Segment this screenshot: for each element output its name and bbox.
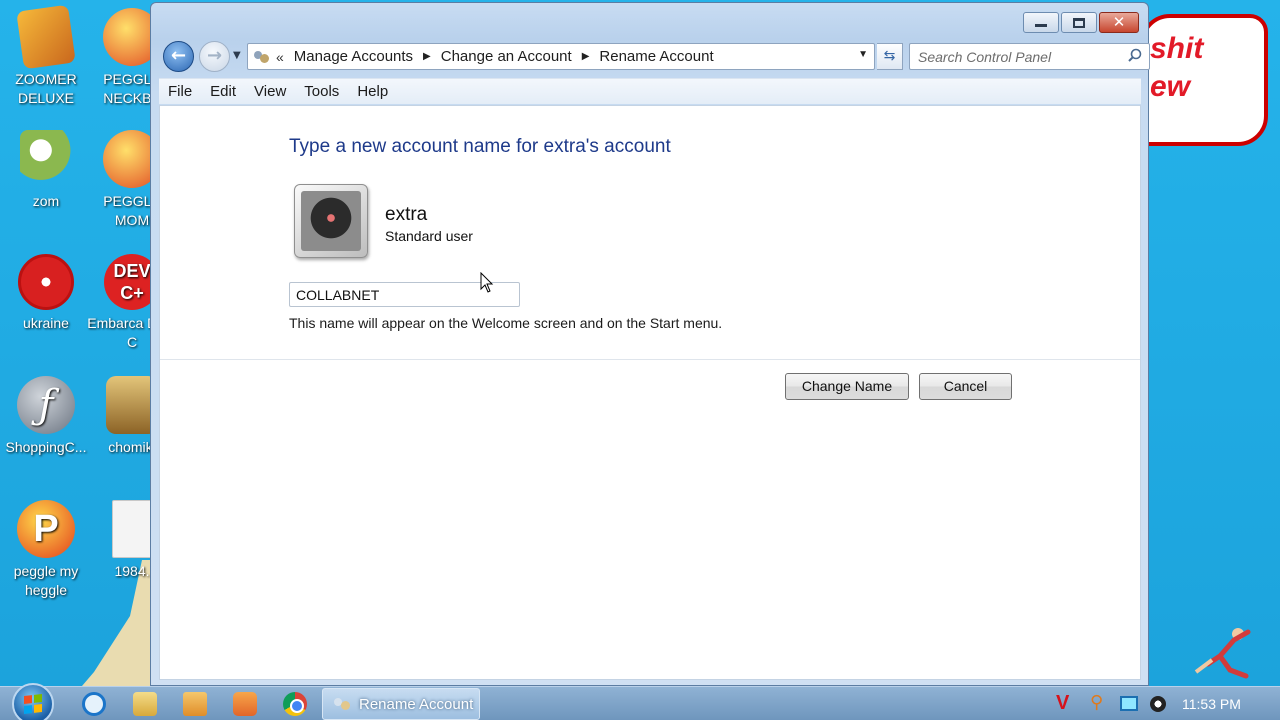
chrome-icon[interactable]	[283, 692, 307, 716]
desktop-icon-ukraine[interactable]: ukraine	[0, 254, 92, 333]
divider	[160, 359, 1140, 360]
control-panel-icon	[252, 48, 272, 66]
app-launcher-icon[interactable]	[233, 692, 257, 716]
forward-arrow-icon: →	[206, 45, 223, 66]
name-hint-text: This name will appear on the Welcome scr…	[289, 315, 723, 331]
search-icon[interactable]	[1128, 48, 1142, 62]
menu-edit[interactable]: Edit	[210, 83, 236, 100]
refresh-icon: ⇆	[883, 48, 896, 64]
turntable-avatar-icon	[301, 191, 361, 251]
menu-file[interactable]: File	[168, 83, 192, 100]
menu-help[interactable]: Help	[357, 83, 388, 100]
back-button[interactable]: ←	[163, 41, 194, 72]
account-picture	[294, 184, 368, 258]
menu-view[interactable]: View	[254, 83, 286, 100]
back-arrow-icon: ←	[170, 45, 187, 66]
breadcrumb-change-an-account[interactable]: Change an Account	[439, 48, 574, 65]
page-title: Type a new account name for extra's acco…	[289, 136, 671, 157]
text-file-icon	[112, 500, 152, 558]
close-icon: ✕	[1112, 13, 1126, 31]
rename-account-window: ✕ ← → ▼ « Manage Accounts ▶ Change an Ac…	[150, 2, 1150, 686]
desktop-icon-label: ShoppingC...	[5, 439, 87, 455]
folder-icon[interactable]	[133, 692, 157, 716]
speech-line-2: ew	[1150, 70, 1191, 103]
desktop-icon-peggle[interactable]: P peggle my heggle	[0, 500, 92, 600]
account-type: Standard user	[385, 228, 473, 244]
address-bar[interactable]: « Manage Accounts ▶ Change an Account ▶ …	[247, 43, 875, 70]
desktop-icon-label: ukraine	[23, 315, 69, 331]
internet-explorer-icon[interactable]	[82, 692, 106, 716]
search-tray-icon[interactable]: ⚲	[1090, 693, 1110, 713]
breadcrumb-arrow-icon[interactable]: ▶	[582, 51, 590, 62]
breadcrumb-overflow-icon[interactable]: «	[276, 49, 284, 65]
change-name-button[interactable]: Change Name	[785, 373, 909, 400]
desktop-icon-label: zom	[32, 193, 60, 209]
speech-bubble-text: shit ew	[1150, 30, 1203, 106]
maximize-icon	[1073, 17, 1085, 28]
webcam-tray-icon[interactable]	[1150, 696, 1166, 712]
taskbar: Rename Account V ⚲ 11:53 PM	[0, 683, 1280, 720]
radiation-icon	[18, 254, 74, 310]
flash-icon: ƒ	[17, 376, 75, 434]
chevron-down-icon: ▼	[233, 50, 241, 61]
menu-bar: File Edit View Tools Help	[159, 78, 1141, 104]
display-tray-icon[interactable]	[1120, 696, 1138, 711]
account-name: extra	[385, 204, 428, 225]
forward-button[interactable]: →	[199, 41, 230, 72]
users-icon	[333, 695, 353, 713]
vivaldi-tray-icon[interactable]: V	[1056, 693, 1076, 713]
desktop-icon-shopping[interactable]: ƒ ShoppingC...	[0, 376, 92, 457]
desktop-icon-label: peggle my heggle	[13, 563, 79, 598]
breadcrumb-rename-account[interactable]: Rename Account	[597, 48, 715, 65]
search-box	[909, 43, 1150, 70]
menu-tools[interactable]: Tools	[304, 83, 339, 100]
address-dropdown-icon[interactable]: ▼	[858, 49, 868, 60]
media-player-icon[interactable]	[183, 692, 207, 716]
zoomer-icon	[16, 4, 76, 70]
speech-line-1: shit	[1150, 32, 1204, 65]
peggle-icon: P	[17, 500, 75, 558]
breadcrumb-manage-accounts[interactable]: Manage Accounts	[292, 48, 415, 65]
maximize-button[interactable]	[1061, 12, 1097, 33]
minimize-icon	[1035, 24, 1047, 27]
windows-logo-icon	[24, 694, 42, 714]
zom-icon	[20, 130, 72, 188]
taskbar-item-label: Rename Account	[359, 695, 474, 713]
breadcrumb-arrow-icon[interactable]: ▶	[423, 51, 431, 62]
skater-figure-icon	[1194, 628, 1251, 679]
mouse-cursor-icon	[480, 272, 494, 293]
cancel-button[interactable]: Cancel	[919, 373, 1012, 400]
close-button[interactable]: ✕	[1099, 12, 1139, 33]
start-button[interactable]	[12, 683, 54, 720]
taskbar-rename-account[interactable]: Rename Account	[322, 688, 480, 720]
content-pane: Type a new account name for extra's acco…	[159, 105, 1141, 680]
window-controls: ✕	[1023, 12, 1139, 33]
search-input[interactable]	[918, 45, 1123, 69]
refresh-button[interactable]: ⇆	[877, 43, 903, 70]
clock[interactable]: 11:53 PM	[1182, 696, 1241, 712]
desktop-icon-zoomer[interactable]: ZOOMER DELUXE	[0, 4, 92, 108]
recent-pages-button[interactable]: ▼	[233, 50, 245, 64]
desktop-icon-label: ZOOMER DELUXE	[15, 71, 77, 106]
navigation-bar: ← → ▼ « Manage Accounts ▶ Change an Acco…	[163, 40, 1150, 74]
desktop-icon-zom[interactable]: zom	[0, 130, 92, 211]
minimize-button[interactable]	[1023, 12, 1059, 33]
